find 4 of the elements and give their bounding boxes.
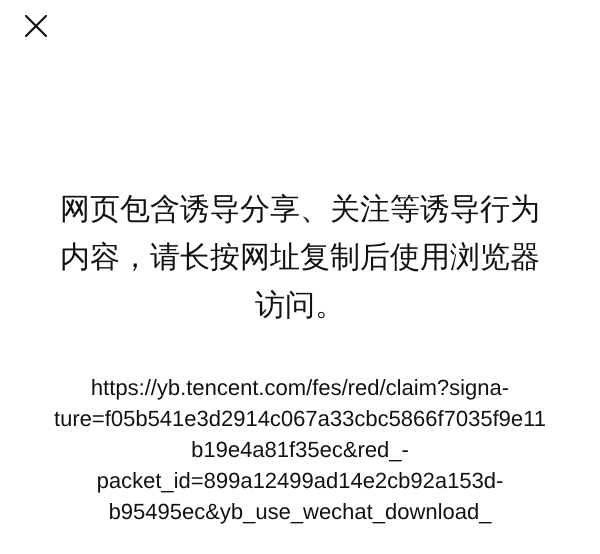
url-text: https://yb.tencent.com/fes/red/claim?signa- ture=f05b541e3d2914c067a33cbc5866f7035f9e11 b19e4a81f35ec&red_- packet_id=899a12499ad14e2cb92a153d- b95495ec&yb_use_wechat_download_ (53, 374, 547, 526)
warning-message: 网页包含诱导分享、关注等诱导行为内容，请长按网址复制后使用浏览器访问。 (59, 192, 541, 324)
close-button[interactable] (25, 15, 47, 37)
close-icon (25, 15, 47, 37)
